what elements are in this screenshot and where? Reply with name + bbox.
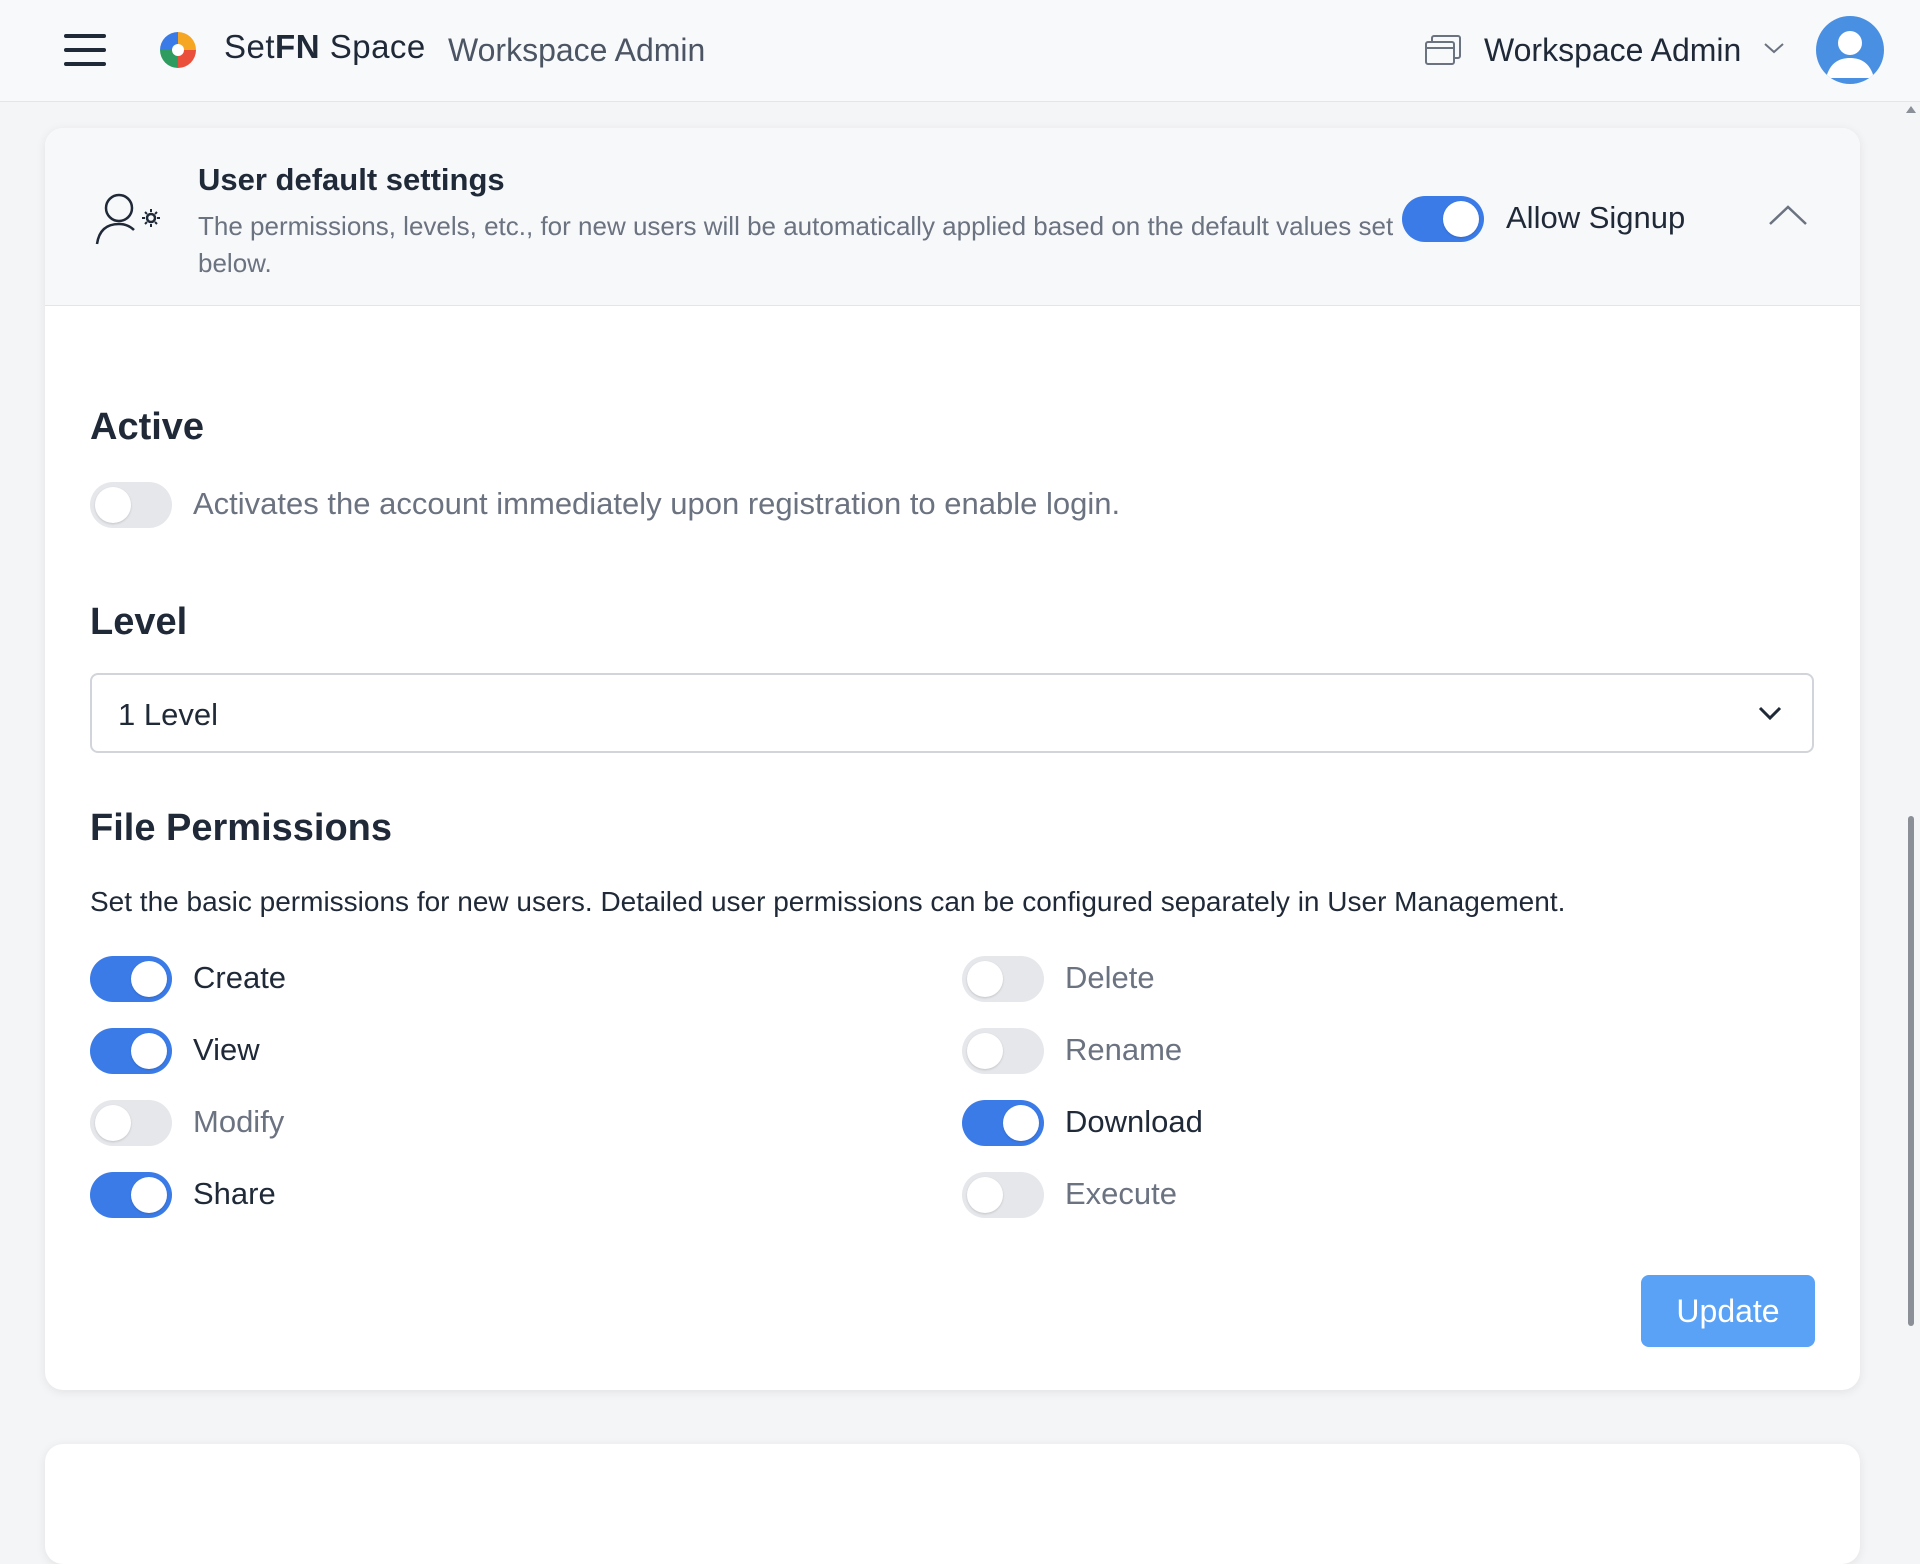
user-avatar-icon [1826, 31, 1874, 78]
delete-label: Delete [1065, 960, 1155, 995]
card-description: The permissions, levels, etc., for new u… [198, 211, 1394, 278]
level-select-value: 1 Level [118, 697, 218, 732]
file-permissions-description: Set the basic permissions for new users.… [90, 886, 1566, 917]
scroll-up-arrow[interactable] [1906, 106, 1916, 113]
create-toggle[interactable] [90, 956, 172, 1002]
download-label: Download [1065, 1104, 1203, 1139]
level-title: Level [90, 601, 188, 643]
update-button[interactable]: Update [1641, 1275, 1815, 1347]
card-title: User default settings [198, 162, 505, 197]
active-description: Activates the account immediately upon r… [193, 486, 1121, 521]
file-permissions-title: File Permissions [90, 807, 393, 849]
scrollbar-thumb[interactable] [1908, 816, 1914, 1326]
rename-toggle[interactable] [962, 1028, 1044, 1074]
avatar[interactable] [1816, 16, 1884, 84]
menu-icon[interactable] [64, 32, 106, 68]
active-title: Active [90, 406, 205, 448]
share-toggle[interactable] [90, 1172, 172, 1218]
download-toggle[interactable] [962, 1100, 1044, 1146]
workspace-selector-label[interactable]: Workspace Admin [1484, 32, 1741, 69]
level-select[interactable]: 1 Level [90, 673, 1814, 753]
modify-label: Modify [193, 1104, 285, 1139]
delete-toggle[interactable] [962, 956, 1044, 1002]
share-label: Share [193, 1176, 276, 1211]
next-settings-card [45, 1444, 1860, 1564]
brand-subtitle: Workspace Admin [448, 32, 706, 68]
user-default-settings-card: User default settings The permissions, l… [45, 128, 1860, 1390]
chevron-up-icon[interactable] [1767, 202, 1809, 228]
window-stack-icon[interactable] [1424, 34, 1462, 66]
allow-signup-label: Allow Signup [1506, 200, 1686, 235]
view-toggle[interactable] [90, 1028, 172, 1074]
rename-label: Rename [1065, 1032, 1183, 1067]
chevron-down-icon[interactable] [1762, 40, 1786, 56]
brand-logo [160, 32, 196, 68]
modify-toggle[interactable] [90, 1100, 172, 1146]
brand-space: Space [329, 28, 426, 65]
brand-fn: FN [275, 28, 321, 65]
execute-toggle[interactable] [962, 1172, 1044, 1218]
active-toggle[interactable] [90, 482, 172, 528]
brand-name: SetFN Space [224, 28, 426, 66]
user-settings-icon [95, 193, 160, 245]
card-header: User default settings The permissions, l… [45, 128, 1860, 306]
create-label: Create [193, 960, 287, 995]
allow-signup-toggle[interactable] [1402, 196, 1484, 242]
chevron-down-icon [1758, 706, 1782, 721]
execute-label: Execute [1065, 1176, 1178, 1211]
top-bar: SetFN Space Workspace Admin Workspace Ad… [0, 0, 1920, 102]
view-label: View [193, 1032, 260, 1067]
brand-set: Set [224, 28, 276, 65]
